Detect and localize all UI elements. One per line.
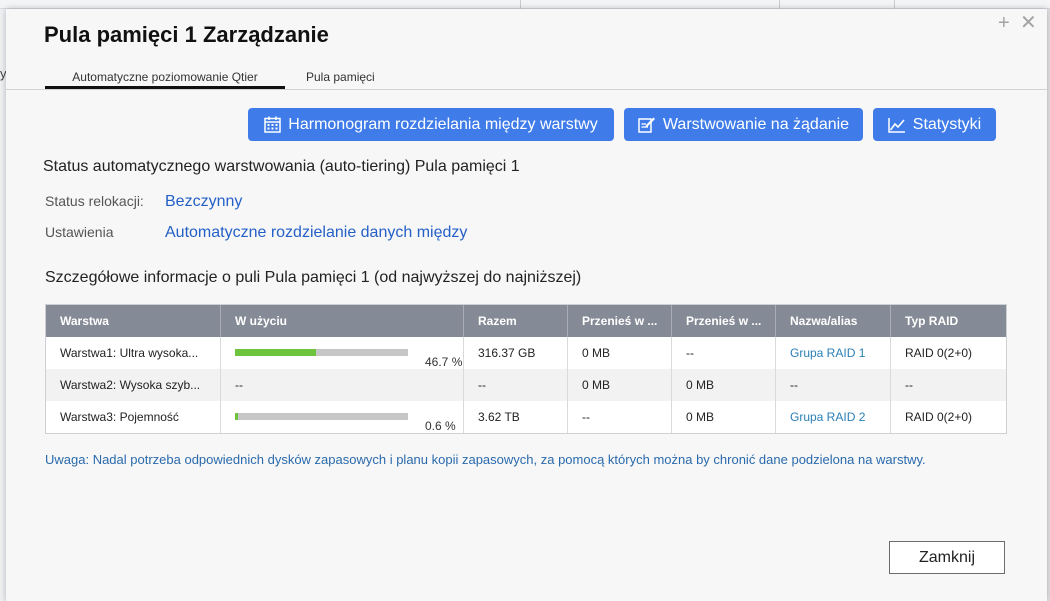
move-down-value: --: [672, 337, 776, 369]
usage-bar-fill: [235, 413, 238, 420]
schedule-button[interactable]: Harmonogram rozdzielania między warstwy: [248, 108, 614, 141]
storage-pool-management-dialog: Pula pamięci 1 Zarządzanie + ✕ Automatyc…: [6, 9, 1047, 601]
usage-bar-fill: [235, 349, 316, 356]
dialog-title: Pula pamięci 1 Zarządzanie: [44, 22, 329, 47]
raid-group-link[interactable]: Grupa RAID 1: [790, 346, 865, 360]
usage-bar: 0.6 %: [235, 413, 456, 433]
column-header-move-up[interactable]: Przenieś w ...: [568, 305, 672, 337]
tab-qtier[interactable]: Automatyczne poziomowanie Qtier: [45, 67, 285, 89]
move-up-value: 0 MB: [568, 369, 672, 401]
tier-name: Warstwa2: Wysoka szyb...: [46, 369, 221, 401]
on-demand-tiering-button[interactable]: Warstwowanie na żądanie: [624, 108, 863, 141]
usage-cell: 0.6 %: [221, 401, 464, 433]
settings-label: Ustawienia: [45, 224, 114, 240]
total-value: --: [464, 369, 568, 401]
alias-value: --: [776, 369, 891, 401]
background-app-bar: [0, 0, 1050, 9]
table-row[interactable]: Warstwa3: Pojemność 0.6 % 3.62 TB -- 0 M…: [46, 401, 1006, 433]
column-header-move-down[interactable]: Przenieś w ...: [672, 305, 776, 337]
column-header-total[interactable]: Razem: [464, 305, 568, 337]
settings-value-link[interactable]: Automatyczne rozdzielanie danych między: [165, 224, 467, 242]
on-demand-tiering-label: Warstwowanie na żądanie: [662, 115, 850, 133]
column-header-alias[interactable]: Nazwa/alias: [776, 305, 891, 337]
relocation-status-label: Status relokacji:: [45, 193, 144, 209]
total-value: 3.62 TB: [464, 401, 568, 433]
background-divider: [894, 0, 895, 9]
total-value: 316.37 GB: [464, 337, 568, 369]
tier-name: Warstwa1: Ultra wysoka...: [46, 337, 221, 369]
edit-icon: [638, 116, 656, 133]
usage-percent: 46.7 %: [425, 355, 463, 369]
table-row[interactable]: Warstwa2: Wysoka szyb... -- -- 0 MB 0 MB…: [46, 369, 1006, 401]
raid-group-link[interactable]: Grupa RAID 2: [790, 410, 865, 424]
close-button[interactable]: Zamknij: [889, 541, 1005, 574]
relocation-status-value: Bezczynny: [165, 193, 243, 210]
statistics-label: Statystyki: [912, 115, 982, 133]
tab-divider: [6, 89, 1047, 90]
add-icon[interactable]: +: [998, 13, 1010, 33]
move-down-value: 0 MB: [672, 401, 776, 433]
move-up-value: 0 MB: [568, 337, 672, 369]
pool-details-title: Szczegółowe informacje o puli Pula pamię…: [45, 269, 582, 286]
column-header-tier[interactable]: Warstwa: [46, 305, 221, 337]
move-up-value: --: [568, 401, 672, 433]
alias-cell: Grupa RAID 2: [776, 401, 891, 433]
raid-type-value: --: [905, 378, 913, 392]
tier-name: Warstwa3: Pojemność: [46, 401, 221, 433]
tier-table: Warstwa W użyciu Razem Przenieś w ... Pr…: [45, 304, 1007, 434]
statistics-button[interactable]: Statystyki: [873, 108, 996, 141]
table-row[interactable]: Warstwa1: Ultra wysoka... 46.7 % 316.37 …: [46, 337, 1006, 369]
column-header-usage[interactable]: W użyciu: [221, 305, 464, 337]
column-header-raid-type[interactable]: Typ RAID: [891, 305, 1008, 337]
usage-value: --: [221, 369, 464, 401]
line-chart-icon: [888, 117, 906, 133]
close-icon[interactable]: ✕: [1020, 13, 1037, 33]
usage-cell: 46.7 %: [221, 337, 464, 369]
alias-cell: Grupa RAID 1: [776, 337, 891, 369]
tab-storage-pool[interactable]: Pula pamięci: [306, 67, 375, 89]
usage-percent: 0.6 %: [425, 419, 456, 433]
background-divider: [520, 0, 521, 9]
move-down-value: 0 MB: [672, 369, 776, 401]
schedule-button-label: Harmonogram rozdzielania między warstwy: [288, 115, 598, 133]
table-header: Warstwa W użyciu Razem Przenieś w ... Pr…: [46, 305, 1006, 337]
warning-note: Uwaga: Nadal potrzeba odpowiednich dyskó…: [45, 452, 926, 467]
background-divider: [779, 0, 780, 9]
raid-type-value: RAID 0(2+0): [905, 346, 973, 360]
raid-type-value: RAID 0(2+0): [905, 410, 973, 424]
auto-tiering-status-title: Status automatycznego warstwowania (auto…: [43, 158, 520, 175]
calendar-icon: [264, 116, 282, 133]
usage-bar: 46.7 %: [235, 349, 462, 369]
